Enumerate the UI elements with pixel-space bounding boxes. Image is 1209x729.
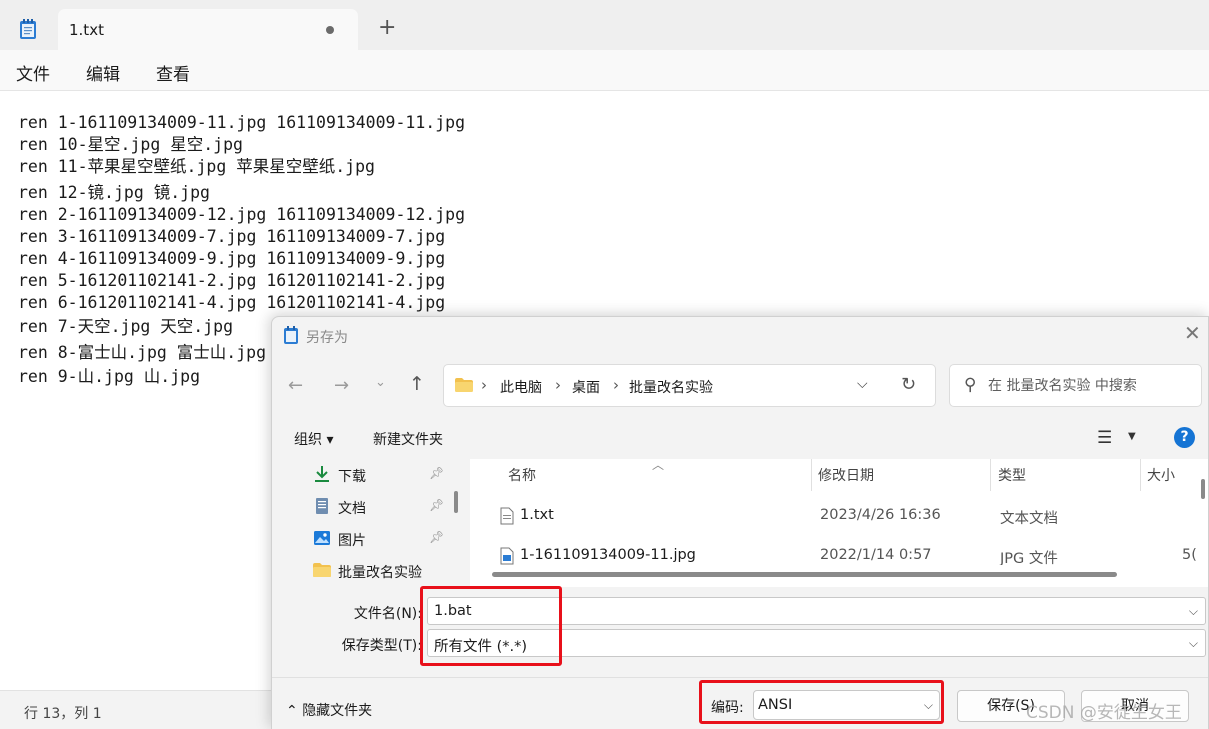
save-as-dialog: 另存为 ✕ ← → ⌄ ↑ › 此电脑 › 桌面 › 批量改名实验 ⌵ ↻ ⚲ … <box>271 316 1209 729</box>
menu-view[interactable]: 查看 <box>156 60 190 85</box>
highlight-box <box>420 586 562 666</box>
forward-arrow-icon[interactable]: → <box>334 375 349 396</box>
navigation-pane: 下载 📌︎ 文档 📌︎ 图片 📌︎ 批量改名实验 <box>272 459 462 587</box>
file-name: 1-161109134009-11.jpg <box>520 547 696 563</box>
column-divider[interactable] <box>990 459 991 491</box>
hide-folders-label: 隐藏文件夹 <box>302 703 373 719</box>
tab-bar: 1.txt + <box>0 0 1209 50</box>
file-row[interactable]: 1.txt 2023/4/26 16:36 文本文档 <box>470 501 1198 531</box>
column-divider[interactable] <box>1140 459 1141 491</box>
nav-label: 下载 <box>338 469 366 485</box>
search-icon: ⚲ <box>964 375 977 395</box>
dialog-title: 另存为 <box>306 330 348 346</box>
help-icon[interactable]: ? <box>1174 427 1195 448</box>
text-line: ren 2-161109134009-12.jpg 161109134009-1… <box>18 205 466 224</box>
text-line: ren 10-星空.jpg 星空.jpg <box>18 135 243 154</box>
text-line: ren 11-苹果星空壁纸.jpg 苹果星空壁纸.jpg <box>18 157 375 176</box>
folder-icon <box>455 378 473 392</box>
nav-item-pictures[interactable]: 图片 📌︎ <box>313 525 448 553</box>
nav-scrollbar[interactable] <box>454 491 458 513</box>
dialog-toolbar: 组织 ▾ 新建文件夹 ☰ ▼ ? <box>272 417 1208 459</box>
pin-icon: 📌︎ <box>429 530 445 544</box>
watermark: CSDN @安徒生女王 <box>1026 703 1182 723</box>
column-name[interactable]: 名称 <box>508 465 536 485</box>
refresh-icon[interactable]: ↻ <box>901 374 916 395</box>
chevron-right-icon: › <box>555 376 561 394</box>
chevron-right-icon: › <box>613 376 619 394</box>
folder-icon <box>313 563 331 577</box>
recent-locations-chevron-icon[interactable]: ⌄ <box>375 375 386 390</box>
file-date: 2023/4/26 16:36 <box>820 507 941 523</box>
text-line: ren 12-镜.jpg 镜.jpg <box>18 183 210 202</box>
file-type: JPG 文件 <box>1000 551 1058 565</box>
file-row[interactable]: 1-161109134009-11.jpg 2022/1/14 0:57 JPG… <box>470 541 1198 565</box>
new-tab-button[interactable]: + <box>378 17 396 39</box>
new-folder-button[interactable]: 新建文件夹 <box>373 429 443 449</box>
breadcrumb-folder[interactable]: 批量改名实验 <box>629 377 713 397</box>
nav-item-downloads[interactable]: 下载 📌︎ <box>313 461 448 489</box>
nav-label: 文档 <box>338 501 366 517</box>
nav-item-batch-rename[interactable]: 批量改名实验 <box>313 557 448 585</box>
text-line: ren 1-161109134009-11.jpg 161109134009-1… <box>18 113 466 132</box>
column-date[interactable]: 修改日期 <box>818 465 874 485</box>
breadcrumb-desktop[interactable]: 桌面 <box>572 377 600 397</box>
text-line: ren 3-161109134009-7.jpg 161109134009-7.… <box>18 227 446 246</box>
menu-file[interactable]: 文件 <box>16 60 50 85</box>
back-arrow-icon[interactable]: ← <box>288 375 303 396</box>
text-line: ren 8-富士山.jpg 富士山.jpg <box>18 343 267 362</box>
sort-up-icon: ︿ <box>652 458 665 472</box>
download-icon <box>315 466 329 482</box>
notepad-icon <box>284 326 298 344</box>
unsaved-dot-icon[interactable] <box>326 26 334 34</box>
column-divider[interactable] <box>811 459 812 491</box>
file-date: 2022/1/14 0:57 <box>820 547 932 563</box>
notepad-app-icon <box>20 19 36 39</box>
document-icon <box>316 498 328 514</box>
up-arrow-icon[interactable]: ↑ <box>409 373 425 395</box>
cursor-position: 行 13，列 1 <box>24 706 102 722</box>
chevron-down-icon[interactable]: ▼ <box>1128 431 1136 442</box>
highlight-box <box>699 680 944 724</box>
text-line: ren 9-山.jpg 山.jpg <box>18 367 201 386</box>
column-type[interactable]: 类型 <box>998 465 1026 485</box>
file-type: 文本文档 <box>1000 511 1058 527</box>
chevron-right-icon: › <box>481 376 487 394</box>
column-size[interactable]: 大小 <box>1147 465 1175 485</box>
organize-button[interactable]: 组织 ▾ <box>294 429 333 449</box>
chevron-down-icon[interactable]: ⌵ <box>1189 604 1198 619</box>
pin-icon: 📌︎ <box>429 466 445 480</box>
view-options-icon[interactable]: ☰ <box>1097 428 1112 448</box>
chevron-down-icon[interactable]: ⌵ <box>857 376 868 392</box>
address-bar[interactable]: › 此电脑 › 桌面 › 批量改名实验 ⌵ ↻ <box>443 364 936 407</box>
tab-1-txt[interactable]: 1.txt <box>58 9 358 50</box>
text-file-icon <box>500 507 514 525</box>
pin-icon: 📌︎ <box>429 498 445 512</box>
close-icon[interactable]: ✕ <box>1184 323 1201 343</box>
breadcrumb-this-pc[interactable]: 此电脑 <box>500 377 542 397</box>
save-fields: 文件名(N): 1.bat ⌵ 保存类型(T): 所有文件 (*.*) ⌵ <box>272 589 1208 669</box>
text-line: ren 5-161201102141-2.jpg 161201102141-2.… <box>18 271 446 290</box>
filename-label: 文件名(N): <box>353 606 422 622</box>
hide-folders-button[interactable]: ⌃ 隐藏文件夹 <box>286 700 372 720</box>
vertical-scrollbar[interactable] <box>1201 479 1205 499</box>
text-line: ren 4-161109134009-9.jpg 161109134009-9.… <box>18 249 446 268</box>
search-box[interactable]: ⚲ <box>949 364 1202 407</box>
menu-bar: 文件 编辑 查看 <box>0 50 1209 90</box>
horizontal-scrollbar[interactable] <box>492 572 1117 577</box>
tab-title: 1.txt <box>69 21 104 39</box>
menu-edit[interactable]: 编辑 <box>86 60 120 85</box>
picture-icon <box>314 531 330 545</box>
nav-label: 批量改名实验 <box>338 565 422 581</box>
nav-label: 图片 <box>338 533 366 549</box>
file-name: 1.txt <box>520 507 554 523</box>
filetype-label: 保存类型(T): <box>341 638 422 654</box>
text-line: ren 6-161201102141-4.jpg 161201102141-4.… <box>18 293 446 312</box>
chevron-down-icon[interactable]: ⌵ <box>1189 636 1198 651</box>
file-list: ︿ 名称 修改日期 类型 大小 1.txt 2023/4/26 16:36 文本… <box>470 458 1208 587</box>
image-file-icon <box>500 547 514 565</box>
nav-item-documents[interactable]: 文档 📌︎ <box>313 493 448 521</box>
text-line: ren 7-天空.jpg 天空.jpg <box>18 317 234 336</box>
search-input[interactable] <box>988 365 1198 406</box>
file-size: 5( <box>1182 547 1197 563</box>
